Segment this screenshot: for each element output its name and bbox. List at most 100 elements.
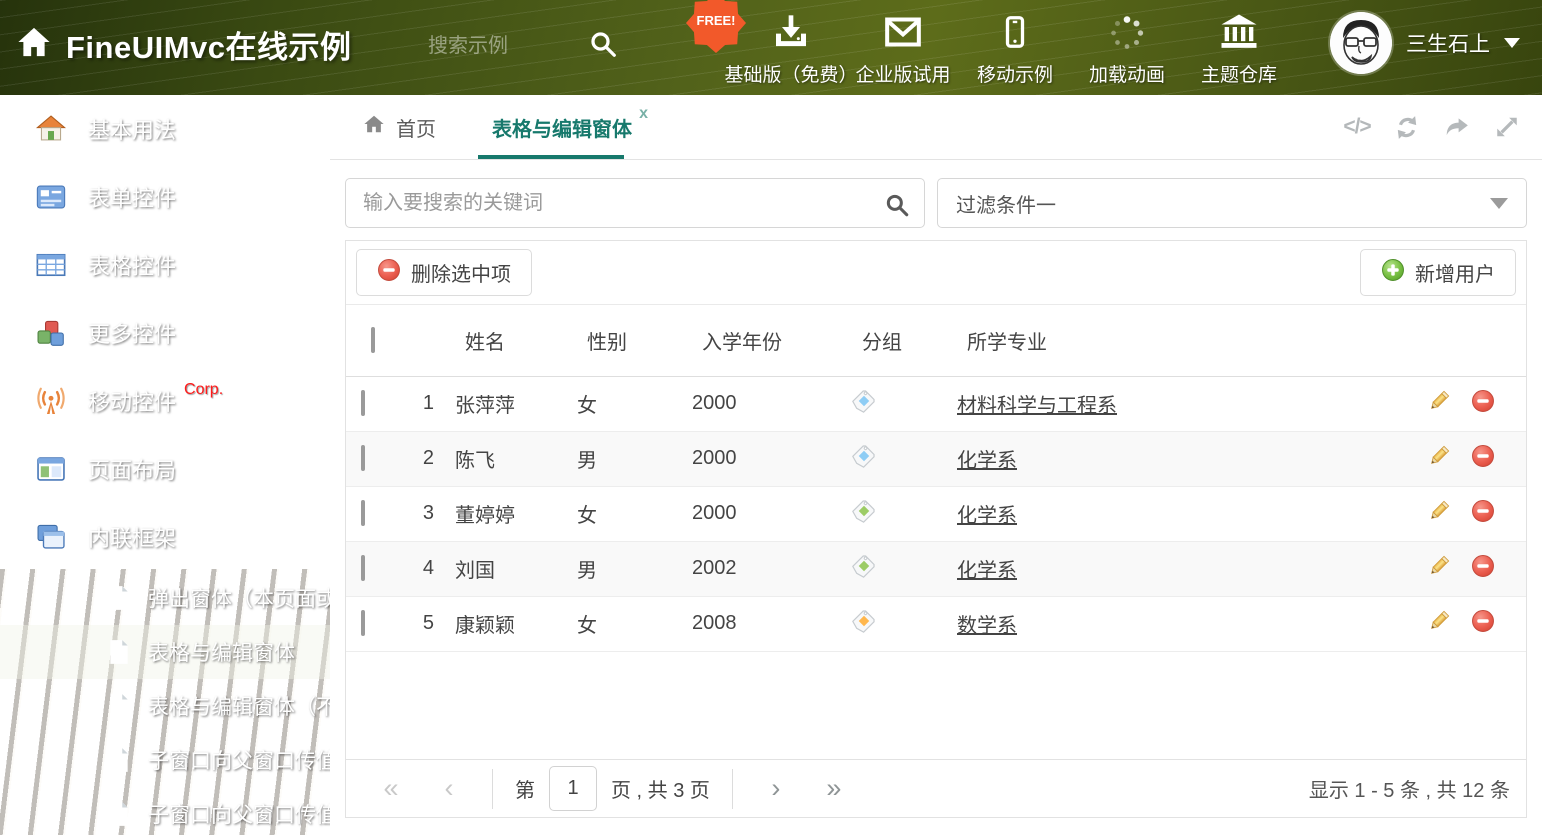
search-row: 过滤条件一 — [345, 178, 1527, 228]
first-page-button[interactable]: « — [362, 775, 420, 802]
sidebar-item-iframe[interactable]: 内联框架 — [0, 503, 330, 571]
chevron-down-icon — [292, 531, 310, 543]
tab-home[interactable]: 首页 — [348, 95, 450, 159]
cell-year: 2000 — [677, 486, 837, 542]
cell-gender: 女 — [562, 596, 677, 652]
sidebar-item-grid-controls[interactable]: 表格控件 — [0, 231, 330, 299]
cell-gender: 女 — [562, 376, 677, 432]
filter-select[interactable]: 过滤条件一 — [937, 178, 1527, 228]
sidebar-item-basic-usage[interactable]: 基本用法 — [0, 95, 330, 163]
download-icon — [771, 10, 811, 52]
app-title: FineUIMvc在线示例 — [66, 30, 352, 65]
layout-icon — [36, 454, 66, 484]
cell-year: 2008 — [677, 596, 837, 652]
edit-pencil-icon[interactable] — [1427, 444, 1451, 474]
major-link[interactable]: 化学系 — [957, 560, 1017, 582]
nav-item-themes[interactable]: 主题仓库 — [1183, 10, 1295, 87]
major-link[interactable]: 数学系 — [957, 615, 1017, 637]
delete-row-icon[interactable] — [1471, 554, 1495, 584]
next-page-button[interactable]: › — [747, 775, 805, 802]
sidebar-subitem-child-to-parent-2[interactable]: 子窗口向父窗口传值... — [0, 787, 330, 835]
sidebar-item-form-controls[interactable]: 表单控件 — [0, 163, 330, 231]
nav-item-loading[interactable]: 加载动画 — [1071, 10, 1183, 87]
row-index: 3 — [406, 486, 440, 542]
cell-name: 陈飞 — [440, 431, 562, 487]
sidebar-item-mobile-controls[interactable]: 移动控件 Corp. — [0, 367, 330, 435]
top-search-input[interactable] — [428, 34, 588, 58]
edit-pencil-icon[interactable] — [1427, 389, 1451, 419]
add-user-button[interactable]: 新增用户 — [1360, 249, 1516, 296]
nav-item-enterprise[interactable]: 企业版试用 — [847, 10, 959, 87]
home-icon — [362, 113, 386, 141]
expand-icon[interactable] — [1494, 114, 1520, 140]
major-link[interactable]: 材料科学与工程系 — [957, 395, 1117, 417]
keyword-search-box — [345, 178, 925, 228]
row-checkbox[interactable] — [361, 445, 365, 471]
select-all-checkbox[interactable] — [371, 326, 375, 353]
top-nav: 基础版（免费） 企业版试用 移动示例 加载动画 主题仓库 — [725, 10, 1295, 87]
sidebar-subitem-child-to-parent[interactable]: 子窗口向父窗口传值 — [0, 733, 330, 787]
nav-item-basic[interactable]: 基础版（免费） — [725, 10, 858, 87]
brand[interactable]: FineUIMvc在线示例 — [16, 22, 352, 67]
major-link[interactable]: 化学系 — [957, 505, 1017, 527]
avatar — [1330, 12, 1392, 74]
search-icon[interactable] — [884, 192, 910, 223]
page-icon — [108, 747, 130, 773]
nav-label: 主题仓库 — [1200, 65, 1277, 86]
share-icon[interactable] — [1444, 114, 1470, 140]
cell-gender: 男 — [562, 541, 677, 597]
delete-row-icon[interactable] — [1471, 389, 1495, 419]
last-page-button[interactable]: » — [805, 775, 863, 802]
row-checkbox[interactable] — [361, 390, 365, 416]
chevron-right-icon — [299, 324, 310, 342]
spinner-icon — [1108, 10, 1146, 52]
delete-row-icon[interactable] — [1471, 499, 1495, 529]
sidebar-item-page-layout[interactable]: 页面布局 — [0, 435, 330, 503]
row-checkbox[interactable] — [361, 610, 365, 636]
prev-page-button[interactable]: ‹ — [420, 775, 478, 802]
column-header-gender: 性别 — [562, 305, 677, 377]
frames-icon — [36, 522, 66, 552]
row-checkbox[interactable] — [361, 555, 365, 581]
nav-item-mobile[interactable]: 移动示例 — [959, 10, 1071, 87]
sidebar-item-label: 页面布局 — [88, 458, 177, 483]
sidebar-item-label: 内联框架 — [88, 526, 177, 551]
sidebar-subitem-grid-edit-window[interactable]: 表格与编辑窗体 — [0, 625, 330, 679]
page-suffix-label: 页 , 共 3 页 — [611, 780, 710, 802]
chevron-down-icon — [1504, 38, 1520, 48]
content-body: 过滤条件一 删除选中项 — [330, 160, 1542, 818]
app-window: FineUIMvc在线示例 FREE! — [0, 0, 1542, 835]
top-header: FineUIMvc在线示例 FREE! — [0, 0, 1542, 95]
page-number-input[interactable] — [549, 766, 597, 811]
delete-row-icon[interactable] — [1471, 444, 1495, 474]
chevron-right-icon — [299, 120, 310, 138]
refresh-icon[interactable] — [1394, 114, 1420, 140]
nav-label: 移动示例 — [976, 65, 1053, 86]
edit-pencil-icon[interactable] — [1427, 499, 1451, 529]
tab-strip: 首页 表格与编辑窗体 x </> — [330, 95, 1542, 160]
search-icon[interactable] — [588, 29, 618, 64]
view-source-icon[interactable]: </> — [1343, 114, 1371, 140]
sidebar-menu: 基本用法 表单控件 表格控件 更多控件 移动控件 Corp. 页面布局 内联框架… — [0, 95, 330, 835]
row-checkbox[interactable] — [361, 500, 365, 526]
keyword-search-input[interactable] — [346, 179, 924, 227]
close-icon[interactable]: x — [639, 105, 648, 123]
user-menu[interactable]: 三生石上 — [1330, 12, 1520, 74]
tab-grid-edit-window[interactable]: 表格与编辑窗体 x — [478, 95, 648, 159]
edit-pencil-icon[interactable] — [1427, 609, 1451, 639]
chevron-down-icon — [1490, 197, 1508, 209]
envelope-icon — [883, 10, 923, 52]
edit-pencil-icon[interactable] — [1427, 554, 1451, 584]
add-user-label: 新增用户 — [1415, 264, 1495, 286]
delete-selected-button[interactable]: 删除选中项 — [356, 249, 532, 296]
sidebar-item-label: 表格控件 — [88, 254, 177, 279]
sidebar-subitem-grid-edit-window-2[interactable]: 表格与编辑窗体（不... — [0, 679, 330, 733]
cell-name: 刘国 — [440, 541, 562, 597]
sidebar-item-more-controls[interactable]: 更多控件 — [0, 299, 330, 367]
sidebar-subitem-popup-window[interactable]: 弹出窗体（本页面或... — [0, 571, 330, 625]
sidebar-subitem-label: 子窗口向父窗口传值 — [148, 750, 330, 773]
major-link[interactable]: 化学系 — [957, 450, 1017, 472]
sidebar-subitem-label: 弹出窗体（本页面或... — [148, 588, 330, 611]
top-search — [428, 28, 638, 64]
delete-row-icon[interactable] — [1471, 609, 1495, 639]
